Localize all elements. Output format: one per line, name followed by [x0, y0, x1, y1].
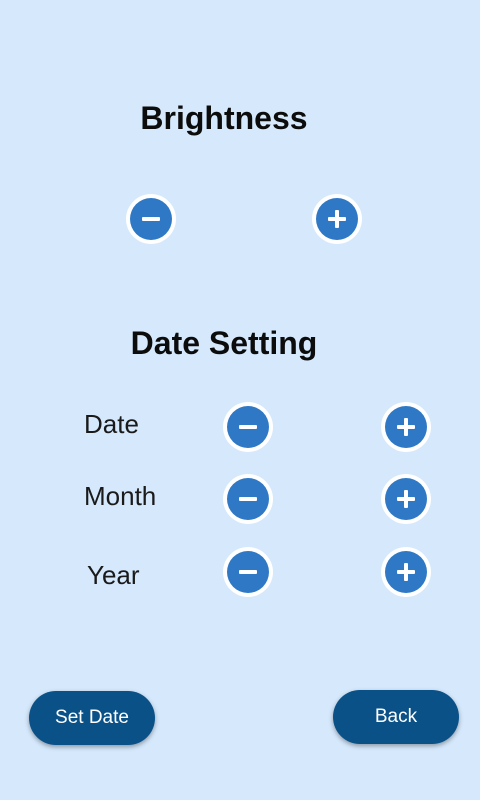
- brightness-title: Brightness: [140, 100, 308, 136]
- plus-icon: [385, 406, 427, 448]
- month-increase-button[interactable]: [381, 474, 431, 524]
- plus-icon: [385, 551, 427, 593]
- brightness-increase-button[interactable]: [312, 194, 362, 244]
- minus-icon: [227, 478, 269, 520]
- set-date-button[interactable]: Set Date: [29, 691, 155, 745]
- year-increase-button[interactable]: [381, 547, 431, 597]
- plus-icon: [385, 478, 427, 520]
- brightness-decrease-button[interactable]: [126, 194, 176, 244]
- minus-icon: [227, 551, 269, 593]
- date-increase-button[interactable]: [381, 402, 431, 452]
- year-decrease-button[interactable]: [223, 547, 273, 597]
- date-setting-title: Date Setting: [130, 325, 318, 361]
- minus-icon: [227, 406, 269, 448]
- date-label: Date: [84, 409, 139, 439]
- minus-icon: [130, 198, 172, 240]
- month-label: Month: [84, 481, 157, 511]
- month-decrease-button[interactable]: [223, 474, 273, 524]
- date-decrease-button[interactable]: [223, 402, 273, 452]
- year-label: Year: [87, 560, 140, 590]
- back-button[interactable]: Back: [333, 690, 459, 744]
- plus-icon: [316, 198, 358, 240]
